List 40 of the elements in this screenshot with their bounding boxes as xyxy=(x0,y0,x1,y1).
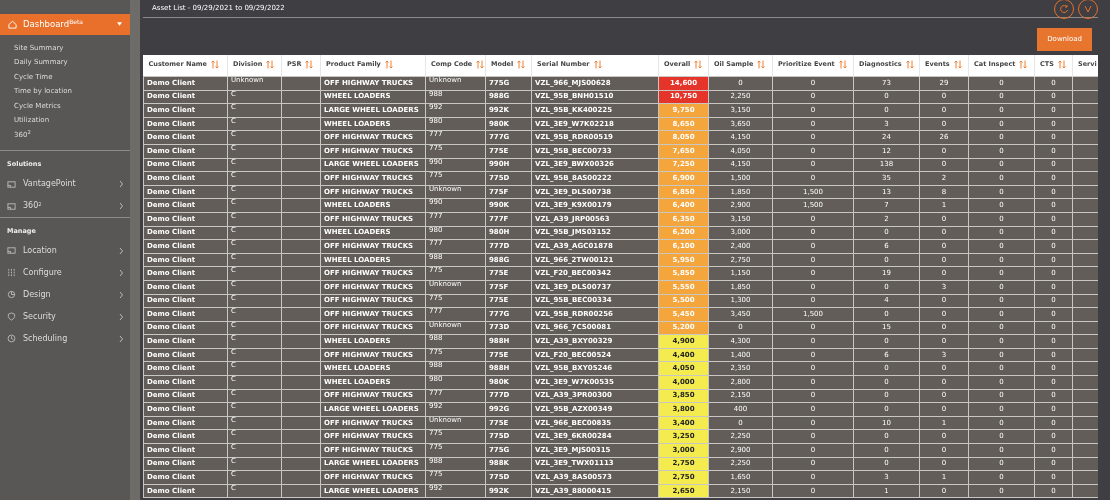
sort-icon[interactable] xyxy=(211,60,219,70)
sort-icon[interactable] xyxy=(757,60,766,70)
sort-icon[interactable] xyxy=(1019,60,1028,70)
monitor-icon xyxy=(7,179,16,189)
chevron-icon xyxy=(119,313,123,320)
nav-item[interactable]: Security xyxy=(0,305,130,328)
caret-icon xyxy=(117,22,122,27)
sort-icon[interactable] xyxy=(953,60,962,70)
sort-icon[interactable] xyxy=(905,60,914,70)
sort-icon[interactable] xyxy=(517,60,526,70)
shield-icon xyxy=(7,312,16,322)
home-icon xyxy=(8,19,17,29)
sort-icon[interactable] xyxy=(384,60,393,70)
chevron-icon xyxy=(119,181,123,187)
monitor-icon xyxy=(7,201,16,211)
chevron-icon xyxy=(119,269,123,276)
sliders-icon xyxy=(7,268,16,278)
chevron-icon xyxy=(119,291,123,298)
sort-icon[interactable] xyxy=(476,60,485,70)
chevron-icon xyxy=(119,203,123,209)
sort-icon[interactable] xyxy=(305,60,314,70)
sort-icon[interactable] xyxy=(266,60,275,70)
sort-icon[interactable] xyxy=(593,60,602,70)
refresh-icon xyxy=(1059,3,1069,14)
chevron-icon xyxy=(119,335,123,342)
pie-chart-icon xyxy=(7,290,16,300)
sort-icon[interactable] xyxy=(694,60,703,70)
nav-item[interactable]: Design xyxy=(0,283,130,306)
sort-icon[interactable] xyxy=(1057,60,1066,70)
chevron-icon xyxy=(1083,3,1093,14)
chevron-icon xyxy=(119,247,123,254)
nav-item[interactable]: 360$^{2}$ xyxy=(0,195,130,217)
monitor-icon xyxy=(7,246,16,256)
nav-item[interactable]: Dashboard$^{Beta}$ xyxy=(0,14,130,35)
nav-item[interactable]: Scheduling xyxy=(0,327,130,350)
nav-item[interactable]: Location xyxy=(0,239,130,262)
clock-icon xyxy=(7,334,16,344)
sort-icon[interactable] xyxy=(838,60,847,70)
nav-item[interactable]: Configure xyxy=(0,261,130,284)
nav-item[interactable]: VantagePoint xyxy=(0,173,130,195)
